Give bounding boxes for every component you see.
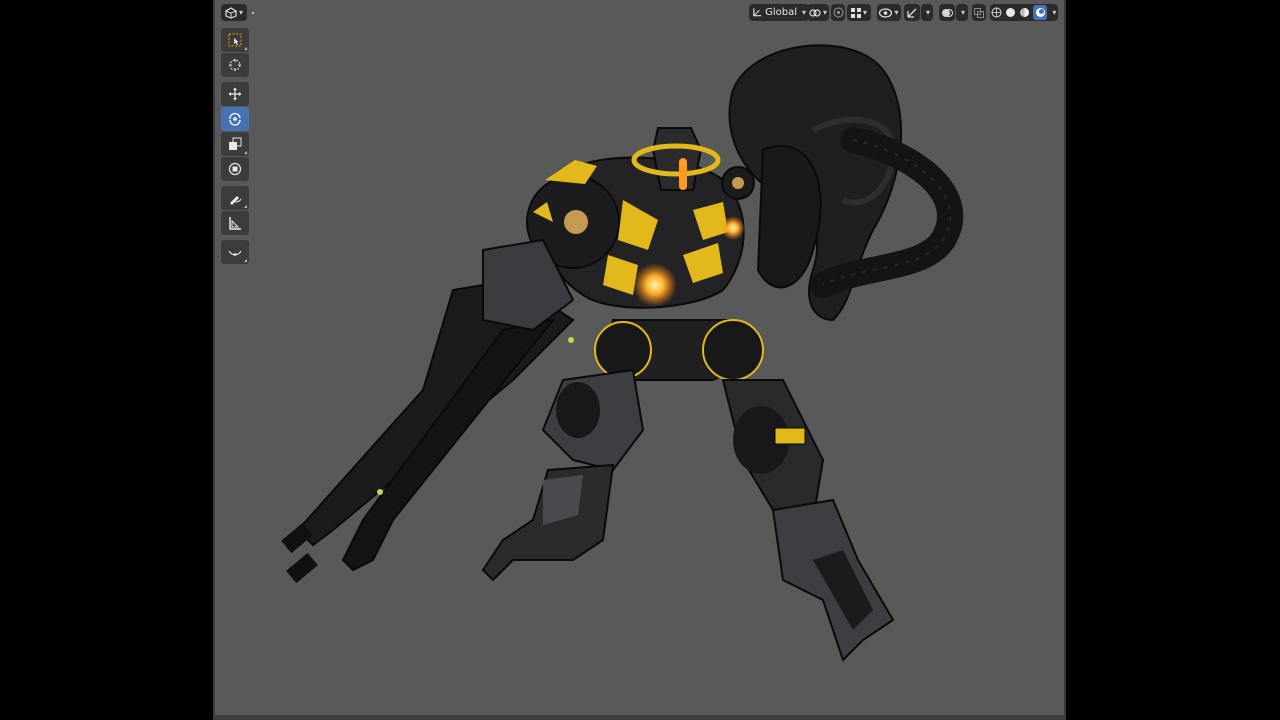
visibility-dropdown[interactable]: ▾: [877, 4, 901, 21]
3d-viewport[interactable]: ▾ Global ▾ ▾ ▾ ▾ ▾ ▾ ▾: [213, 0, 1066, 720]
move-tool[interactable]: [221, 82, 249, 106]
chevron-down-icon: ▾: [894, 8, 899, 17]
chevron-down-icon: ▾: [822, 8, 827, 17]
chevron-down-icon: ▾: [960, 8, 965, 17]
rendered-shading-button[interactable]: [1033, 5, 1048, 20]
rotate-tool[interactable]: [221, 107, 249, 131]
header-menu-toggle[interactable]: [249, 4, 257, 21]
chevron-down-icon: ▾: [238, 8, 243, 17]
cursor-icon: [229, 59, 241, 71]
material-preview-icon[interactable]: [1019, 7, 1030, 18]
xray-toggle-button[interactable]: [972, 4, 986, 21]
proportional-edit-button[interactable]: [831, 4, 845, 21]
gizmo-dropdown[interactable]: ▾: [921, 4, 933, 21]
dot-icon: [252, 11, 254, 14]
chevron-down-icon: ▾: [862, 8, 867, 17]
wireframe-shading-icon[interactable]: [991, 7, 1002, 18]
snap-target-button[interactable]: ▾: [847, 4, 871, 21]
transform-orientation-dropdown[interactable]: Global ▾: [749, 4, 809, 21]
select-box-icon: [228, 33, 242, 47]
gizmo-icon: [907, 8, 917, 18]
chevron-down-icon: ▾: [925, 8, 930, 17]
chevron-down-icon[interactable]: ▾: [1052, 8, 1056, 17]
snap-link-icon: [809, 8, 821, 17]
gizmo-toggle-button[interactable]: [904, 4, 920, 21]
proportional-edit-icon: [833, 7, 843, 18]
cursor-tool[interactable]: [221, 53, 249, 77]
rotate-icon: [229, 112, 241, 126]
pivot-snap-button[interactable]: ▾: [807, 4, 829, 21]
grid-snap-icon: [850, 7, 861, 18]
overlays-icon: [942, 8, 953, 17]
mech-robot-render: [281, 44, 964, 662]
xray-icon: [974, 7, 984, 18]
transform-tool[interactable]: [221, 157, 249, 181]
transform-icon: [228, 162, 242, 176]
orientation-label: Global: [765, 7, 797, 18]
viewport-3d-icon: [225, 6, 237, 19]
scale-tool[interactable]: [221, 132, 249, 156]
curve-icon: [228, 250, 242, 256]
overlays-toggle-button[interactable]: [939, 4, 955, 21]
annotate-tool[interactable]: [221, 186, 249, 210]
select-box-tool[interactable]: [221, 28, 249, 52]
viewport-header: ▾ Global ▾ ▾ ▾ ▾ ▾ ▾ ▾: [213, 0, 1066, 24]
move-icon: [228, 87, 242, 101]
visibility-overlay-icon: [879, 7, 893, 18]
viewport-bottom-border: [213, 715, 1066, 720]
curve-draw-tool[interactable]: [221, 240, 249, 264]
editor-type-button[interactable]: ▾: [221, 4, 247, 21]
annotate-icon: [230, 196, 242, 205]
rendered-shading-icon: [1035, 8, 1045, 17]
measure-icon: [229, 217, 241, 230]
overlays-dropdown[interactable]: ▾: [956, 4, 968, 21]
shading-mode-group: ▾: [990, 4, 1058, 21]
chevron-down-icon: ▾: [801, 8, 806, 17]
solid-shading-icon[interactable]: [1005, 7, 1016, 18]
measure-tool[interactable]: [221, 211, 249, 235]
orientation-axis-icon: [753, 8, 762, 17]
scale-icon: [229, 137, 242, 150]
